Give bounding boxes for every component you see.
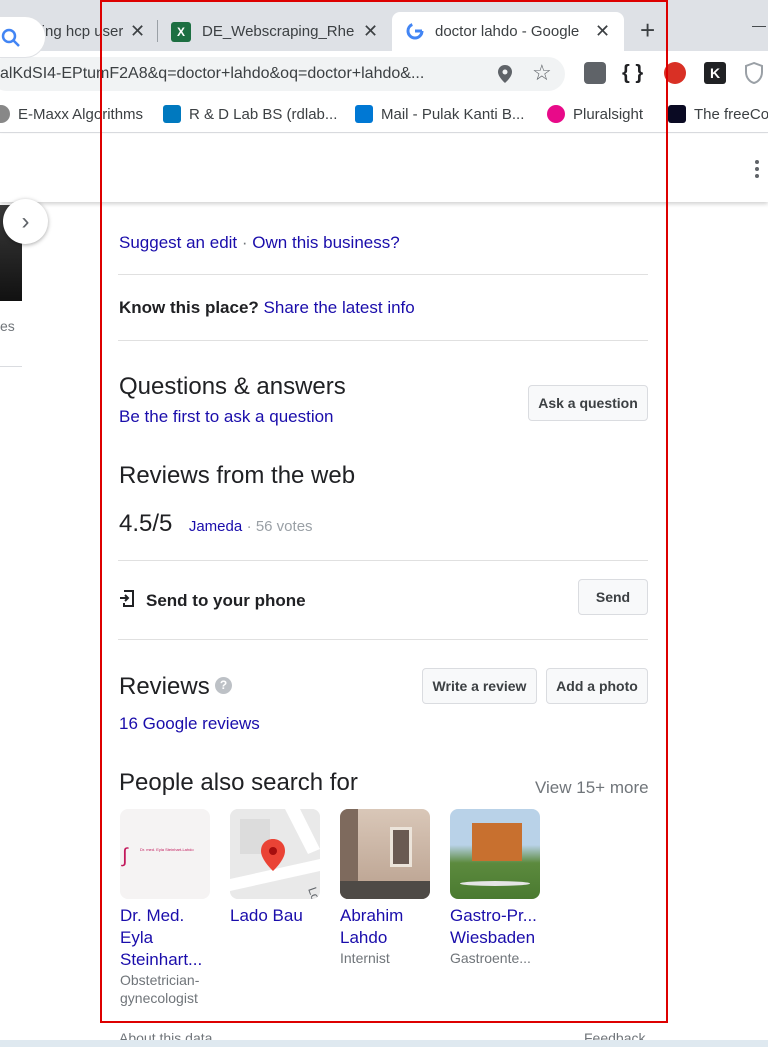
card-description: Obstetrician-gynecologist	[120, 972, 200, 1006]
map-thumbnail: Lo	[230, 809, 320, 899]
bookmark-freecodecamp[interactable]: The freeCo	[668, 105, 768, 123]
own-business-link[interactable]: Own this business?	[252, 233, 399, 252]
rating-value: 4.5/5	[119, 510, 173, 537]
suggest-edit-link[interactable]: Suggest an edit	[119, 233, 237, 252]
logo-mark: ∫	[122, 845, 128, 867]
separator-dot: ·	[241, 233, 248, 252]
divider	[118, 560, 648, 561]
share-info-link[interactable]: Share the latest info	[264, 298, 415, 317]
view-more-link[interactable]: View 15+ more	[535, 778, 649, 798]
divider	[118, 274, 648, 275]
add-photo-button[interactable]: Add a photo	[546, 668, 648, 704]
vote-count: · 56 votes	[246, 518, 313, 535]
card-thumbnail: ∫ Dr. med. Eyla Steinhart-Lahdo	[120, 809, 210, 899]
bookmark-favicon-icon	[0, 105, 10, 123]
card-name[interactable]: Gastro-Pr... Wiesbaden	[450, 905, 540, 949]
page-bottom-strip	[0, 1040, 768, 1047]
help-icon[interactable]: ?	[215, 677, 232, 694]
divider	[0, 366, 22, 367]
edit-row: Suggest an edit · Own this business?	[119, 233, 400, 253]
write-review-button[interactable]: Write a review	[422, 668, 537, 704]
rating-row: 4.5/5 Jameda · 56 votes	[119, 510, 313, 538]
search-box[interactable]	[0, 16, 46, 58]
card-name[interactable]: Dr. Med. Eyla Steinhart...	[120, 905, 210, 971]
people-card[interactable]: ∫ Dr. med. Eyla Steinhart-Lahdo Dr. Med.…	[120, 809, 210, 1007]
logo-text: Dr. med. Eyla Steinhart-Lahdo	[140, 847, 194, 852]
google-reviews-link[interactable]: 16 Google reviews	[119, 714, 260, 734]
card-description: Gastroente...	[450, 950, 531, 966]
send-to-phone-icon	[119, 589, 136, 613]
jameda-link[interactable]: Jameda	[189, 518, 242, 535]
send-to-phone-label: Send to your phone	[146, 591, 306, 610]
search-icon[interactable]	[1, 28, 21, 53]
card-thumbnail	[340, 809, 430, 899]
send-button[interactable]: Send	[578, 579, 648, 615]
minimize-button[interactable]: —	[752, 17, 766, 33]
send-to-phone-row[interactable]: Send to your phone	[119, 589, 306, 613]
carousel-next-button[interactable]: ›	[3, 199, 48, 244]
web-reviews-title: Reviews from the web	[119, 462, 356, 489]
qa-title: Questions & answers	[119, 373, 346, 400]
people-card[interactable]: Abrahim Lahdo Internist	[340, 809, 430, 967]
k-extension-icon[interactable]: K	[704, 62, 726, 84]
reviews-title: Reviews	[119, 673, 210, 700]
shield-icon[interactable]	[744, 61, 766, 85]
card-description: Internist	[340, 950, 390, 966]
apps-grid-icon[interactable]	[755, 160, 759, 181]
card-name[interactable]: Abrahim Lahdo	[340, 905, 430, 949]
know-place-row: Know this place? Share the latest info	[119, 298, 415, 318]
people-card[interactable]: Gastro-Pr... Wiesbaden Gastroente...	[450, 809, 540, 967]
ask-first-link[interactable]: Be the first to ask a question	[119, 407, 334, 427]
card-thumbnail: Lo	[230, 809, 320, 899]
people-card[interactable]: Lo Lado Bau	[230, 809, 320, 927]
people-also-search-title: People also search for	[119, 769, 358, 796]
card-thumbnail	[450, 809, 540, 899]
divider	[118, 340, 648, 341]
card-name[interactable]: Lado Bau	[230, 905, 320, 927]
ask-question-button[interactable]: Ask a question	[528, 385, 648, 421]
side-label: es	[0, 318, 15, 334]
bookmark-label: The freeCo	[694, 105, 768, 123]
know-place-label: Know this place?	[119, 298, 259, 317]
freecodecamp-icon	[668, 105, 686, 123]
divider	[118, 639, 648, 640]
